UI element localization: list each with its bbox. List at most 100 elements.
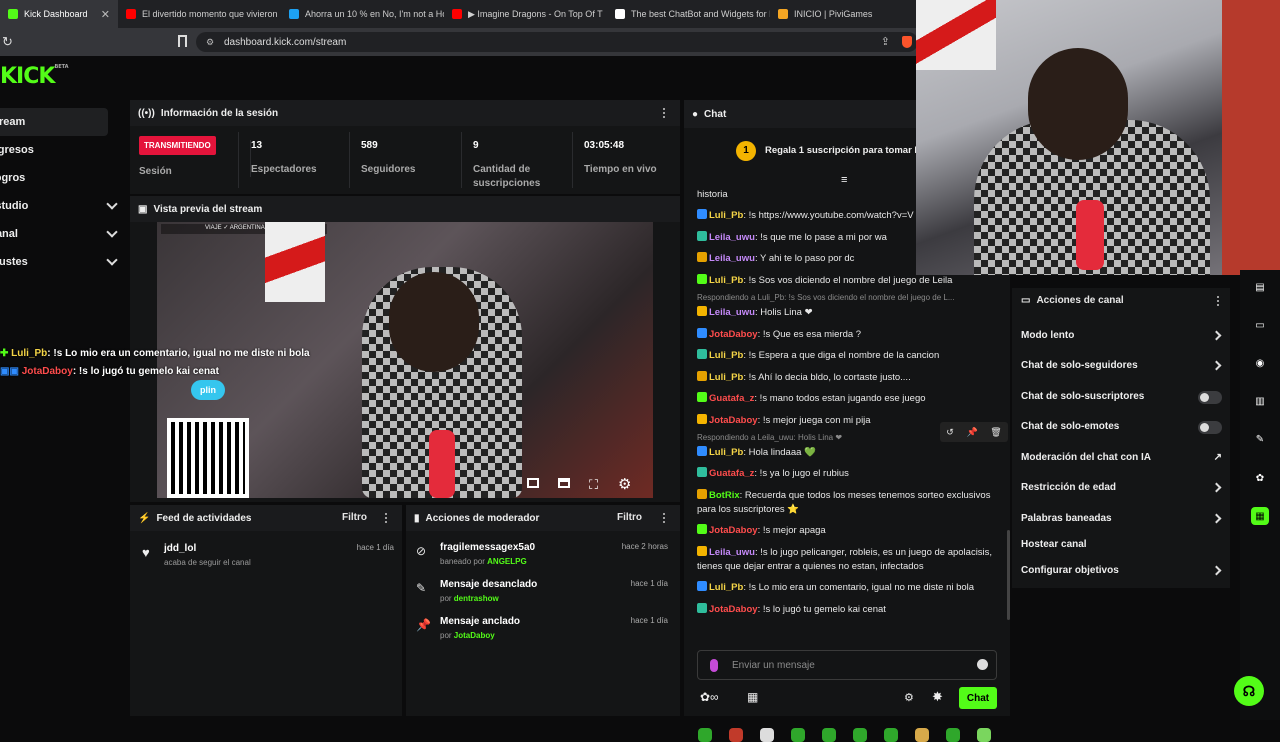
emote-icon[interactable] — [915, 728, 929, 742]
send-chat-button[interactable]: Chat — [959, 687, 997, 709]
filter-button[interactable]: Filtro — [342, 512, 367, 523]
kick-emotes-icon[interactable]: ✿∞ — [700, 690, 719, 704]
notes-icon[interactable]: ▤ — [1251, 278, 1269, 296]
mic-icon[interactable] — [710, 659, 718, 672]
browser-tab[interactable]: El divertido momento que vivieron — [118, 0, 281, 28]
bot-icon[interactable]: ✸ — [932, 689, 943, 705]
sidebar-item-logros[interactable]: Logros — [0, 164, 124, 192]
theater-mode-icon[interactable] — [558, 478, 570, 488]
channel-action-item[interactable]: Moderación del chat con IA ↗ — [1021, 452, 1226, 466]
emote-icon[interactable] — [698, 728, 712, 742]
pin-icon[interactable]: 📌 — [966, 427, 977, 438]
kick-logo[interactable]: KICKBETA — [0, 64, 69, 89]
more-options-icon[interactable] — [385, 513, 388, 523]
browser-tab[interactable]: INICIO | PiviGames — [770, 0, 933, 28]
reload-icon[interactable]: ↻ — [2, 34, 13, 50]
chat-username[interactable]: Luli_Pb — [709, 350, 743, 361]
brave-shield-icon[interactable] — [902, 36, 912, 48]
close-tab-icon[interactable]: ✕ — [101, 8, 110, 21]
chat-message-input[interactable]: Enviar un mensaje — [697, 650, 997, 680]
help-button[interactable]: ☊ — [1234, 676, 1264, 706]
channel-action-item[interactable]: Restricción de edad — [1021, 482, 1226, 496]
stream-preview-video[interactable]: VIAJE ✓ ARGENTINA plin ⛶ ⚙ — [157, 222, 653, 498]
chat-message[interactable]: JotaDaboy: !s lo jugó tu gemelo kai cena… — [697, 603, 997, 617]
chat-username[interactable]: Luli_Pb — [709, 275, 743, 286]
apps-icon[interactable]: ✿ — [1251, 469, 1269, 487]
chat-scrollbar[interactable] — [1007, 530, 1010, 620]
sidebar-item-stream[interactable]: Stream — [0, 108, 108, 136]
chat-message[interactable]: Luli_Pb: !s Ahí lo decia bldo, lo cortas… — [697, 371, 997, 385]
emote-icon[interactable] — [760, 728, 774, 742]
filter-button[interactable]: Filtro — [617, 512, 642, 523]
browser-tab[interactable]: Kick Dashboard ✕ — [0, 0, 118, 28]
chat-username[interactable]: Luli_Pb — [709, 210, 743, 221]
url-field[interactable]: ⚙ dashboard.kick.com/stream ⇪ — [196, 32, 918, 52]
sidebar-item-estudio[interactable]: Estudio — [0, 192, 124, 220]
chat-message[interactable]: Leila_uwu: Holis Lina ❤ — [697, 306, 997, 320]
channel-action-item[interactable]: Palabras baneadas — [1021, 513, 1226, 527]
more-options-icon[interactable] — [663, 513, 666, 523]
chat-username[interactable]: Luli_Pb — [709, 447, 743, 458]
chat-username[interactable]: JotaDaboy — [709, 415, 758, 426]
chat-username[interactable]: Guatafa_z — [709, 468, 754, 479]
sidebar-item-ajustes[interactable]: Ajustes — [0, 248, 124, 276]
toggle-switch[interactable] — [1198, 421, 1222, 434]
chat-icon[interactable]: ▭ — [1251, 316, 1269, 334]
browser-tab[interactable]: The best ChatBot and Widgets for K — [607, 0, 770, 28]
chat-message[interactable]: Luli_Pb: !s Lo mio era un comentario, ig… — [697, 581, 997, 595]
emote-icon[interactable] — [791, 728, 805, 742]
channel-action-item[interactable]: Configurar objetivos — [1021, 565, 1226, 579]
delete-icon[interactable]: 🗑 — [990, 427, 1001, 438]
chat-message[interactable]: JotaDaboy: !s Que es esa mierda ? — [697, 328, 997, 342]
gift-icon[interactable]: ▦ — [747, 690, 758, 704]
site-info-icon[interactable]: ⚙ — [206, 37, 214, 48]
layout-icon[interactable]: ▥ — [1251, 392, 1269, 410]
browser-tab[interactable]: ▶ Imagine Dragons - On Top Of T — [444, 0, 607, 28]
chat-username[interactable]: Leila_uwu — [709, 232, 755, 243]
chat-message[interactable]: Luli_Pb: !s Sos vos diciendo el nombre d… — [697, 274, 997, 288]
picture-in-picture-icon[interactable] — [527, 478, 539, 488]
chat-username[interactable]: JotaDaboy — [709, 525, 758, 536]
chat-username[interactable]: Luli_Pb — [709, 582, 743, 593]
chat-username[interactable]: JotaDaboy — [709, 604, 758, 615]
more-options-icon[interactable] — [663, 108, 666, 118]
chat-message[interactable]: BotRix: Recuerda que todos los meses ten… — [697, 489, 997, 517]
channel-action-item[interactable]: Modo lento — [1021, 330, 1226, 344]
active-panel-icon[interactable]: ▦ — [1251, 507, 1269, 525]
chat-username[interactable]: Leila_uwu — [709, 547, 755, 558]
chat-username[interactable]: BotRix — [709, 490, 740, 501]
channel-action-item[interactable]: Chat de solo-emotes — [1021, 421, 1226, 435]
channel-action-item[interactable]: Hostear canal — [1021, 539, 1226, 553]
chat-username[interactable]: Leila_uwu — [709, 253, 755, 264]
fullscreen-icon[interactable]: ⛶ — [589, 477, 598, 493]
emoji-icon[interactable] — [977, 659, 988, 670]
chat-message[interactable]: Luli_Pb: Hola lindaaa 💚 — [697, 446, 997, 460]
more-options-icon[interactable] — [1217, 296, 1220, 306]
share-icon[interactable]: ⇪ — [881, 35, 890, 48]
emote-icon[interactable] — [946, 728, 960, 742]
mod-log-item[interactable]: 📌 Mensaje anclado por JotaDaboy hace 1 d… — [416, 616, 680, 640]
sidebar-item-ingresos[interactable]: Ingresos — [0, 136, 124, 164]
channel-action-item[interactable]: Chat de solo-suscriptores — [1021, 391, 1226, 405]
chat-username[interactable]: Leila_uwu — [709, 307, 755, 318]
feed-item[interactable]: ♥ jdd_lol acaba de seguir el canal hace … — [140, 543, 402, 567]
emote-icon[interactable] — [977, 728, 991, 742]
browser-tab[interactable]: Ahorra un 10 % en No, I'm not a Ho — [281, 0, 444, 28]
settings-gear-icon[interactable]: ⚙ — [618, 475, 631, 493]
chat-message[interactable]: Leila_uwu: !s lo jugo pelicanger, roblei… — [697, 546, 997, 574]
emote-icon[interactable] — [853, 728, 867, 742]
chat-username[interactable]: Luli_Pb — [709, 372, 743, 383]
channel-action-item[interactable]: Chat de solo-seguidores — [1021, 360, 1226, 374]
bookmark-icon[interactable] — [178, 35, 187, 47]
chat-message[interactable]: Guatafa_z: !s ya lo jugo el rubius — [697, 467, 997, 481]
chat-settings-icon[interactable]: ⚙ — [904, 691, 914, 704]
emote-icon[interactable] — [822, 728, 836, 742]
toggle-switch[interactable] — [1198, 391, 1222, 404]
reply-icon[interactable]: ↺ — [946, 427, 954, 438]
broadcast-icon[interactable]: ◉ — [1251, 354, 1269, 372]
chat-message[interactable]: Luli_Pb: !s Espera a que diga el nombre … — [697, 349, 997, 363]
chat-username[interactable]: Guatafa_z — [709, 393, 754, 404]
mod-log-item[interactable]: ✎ Mensaje desanclado por dentrashow hace… — [416, 579, 680, 603]
chat-message[interactable]: Guatafa_z: !s mano todos estan jugando e… — [697, 392, 997, 406]
wrench-icon[interactable]: ✎ — [1251, 430, 1269, 448]
